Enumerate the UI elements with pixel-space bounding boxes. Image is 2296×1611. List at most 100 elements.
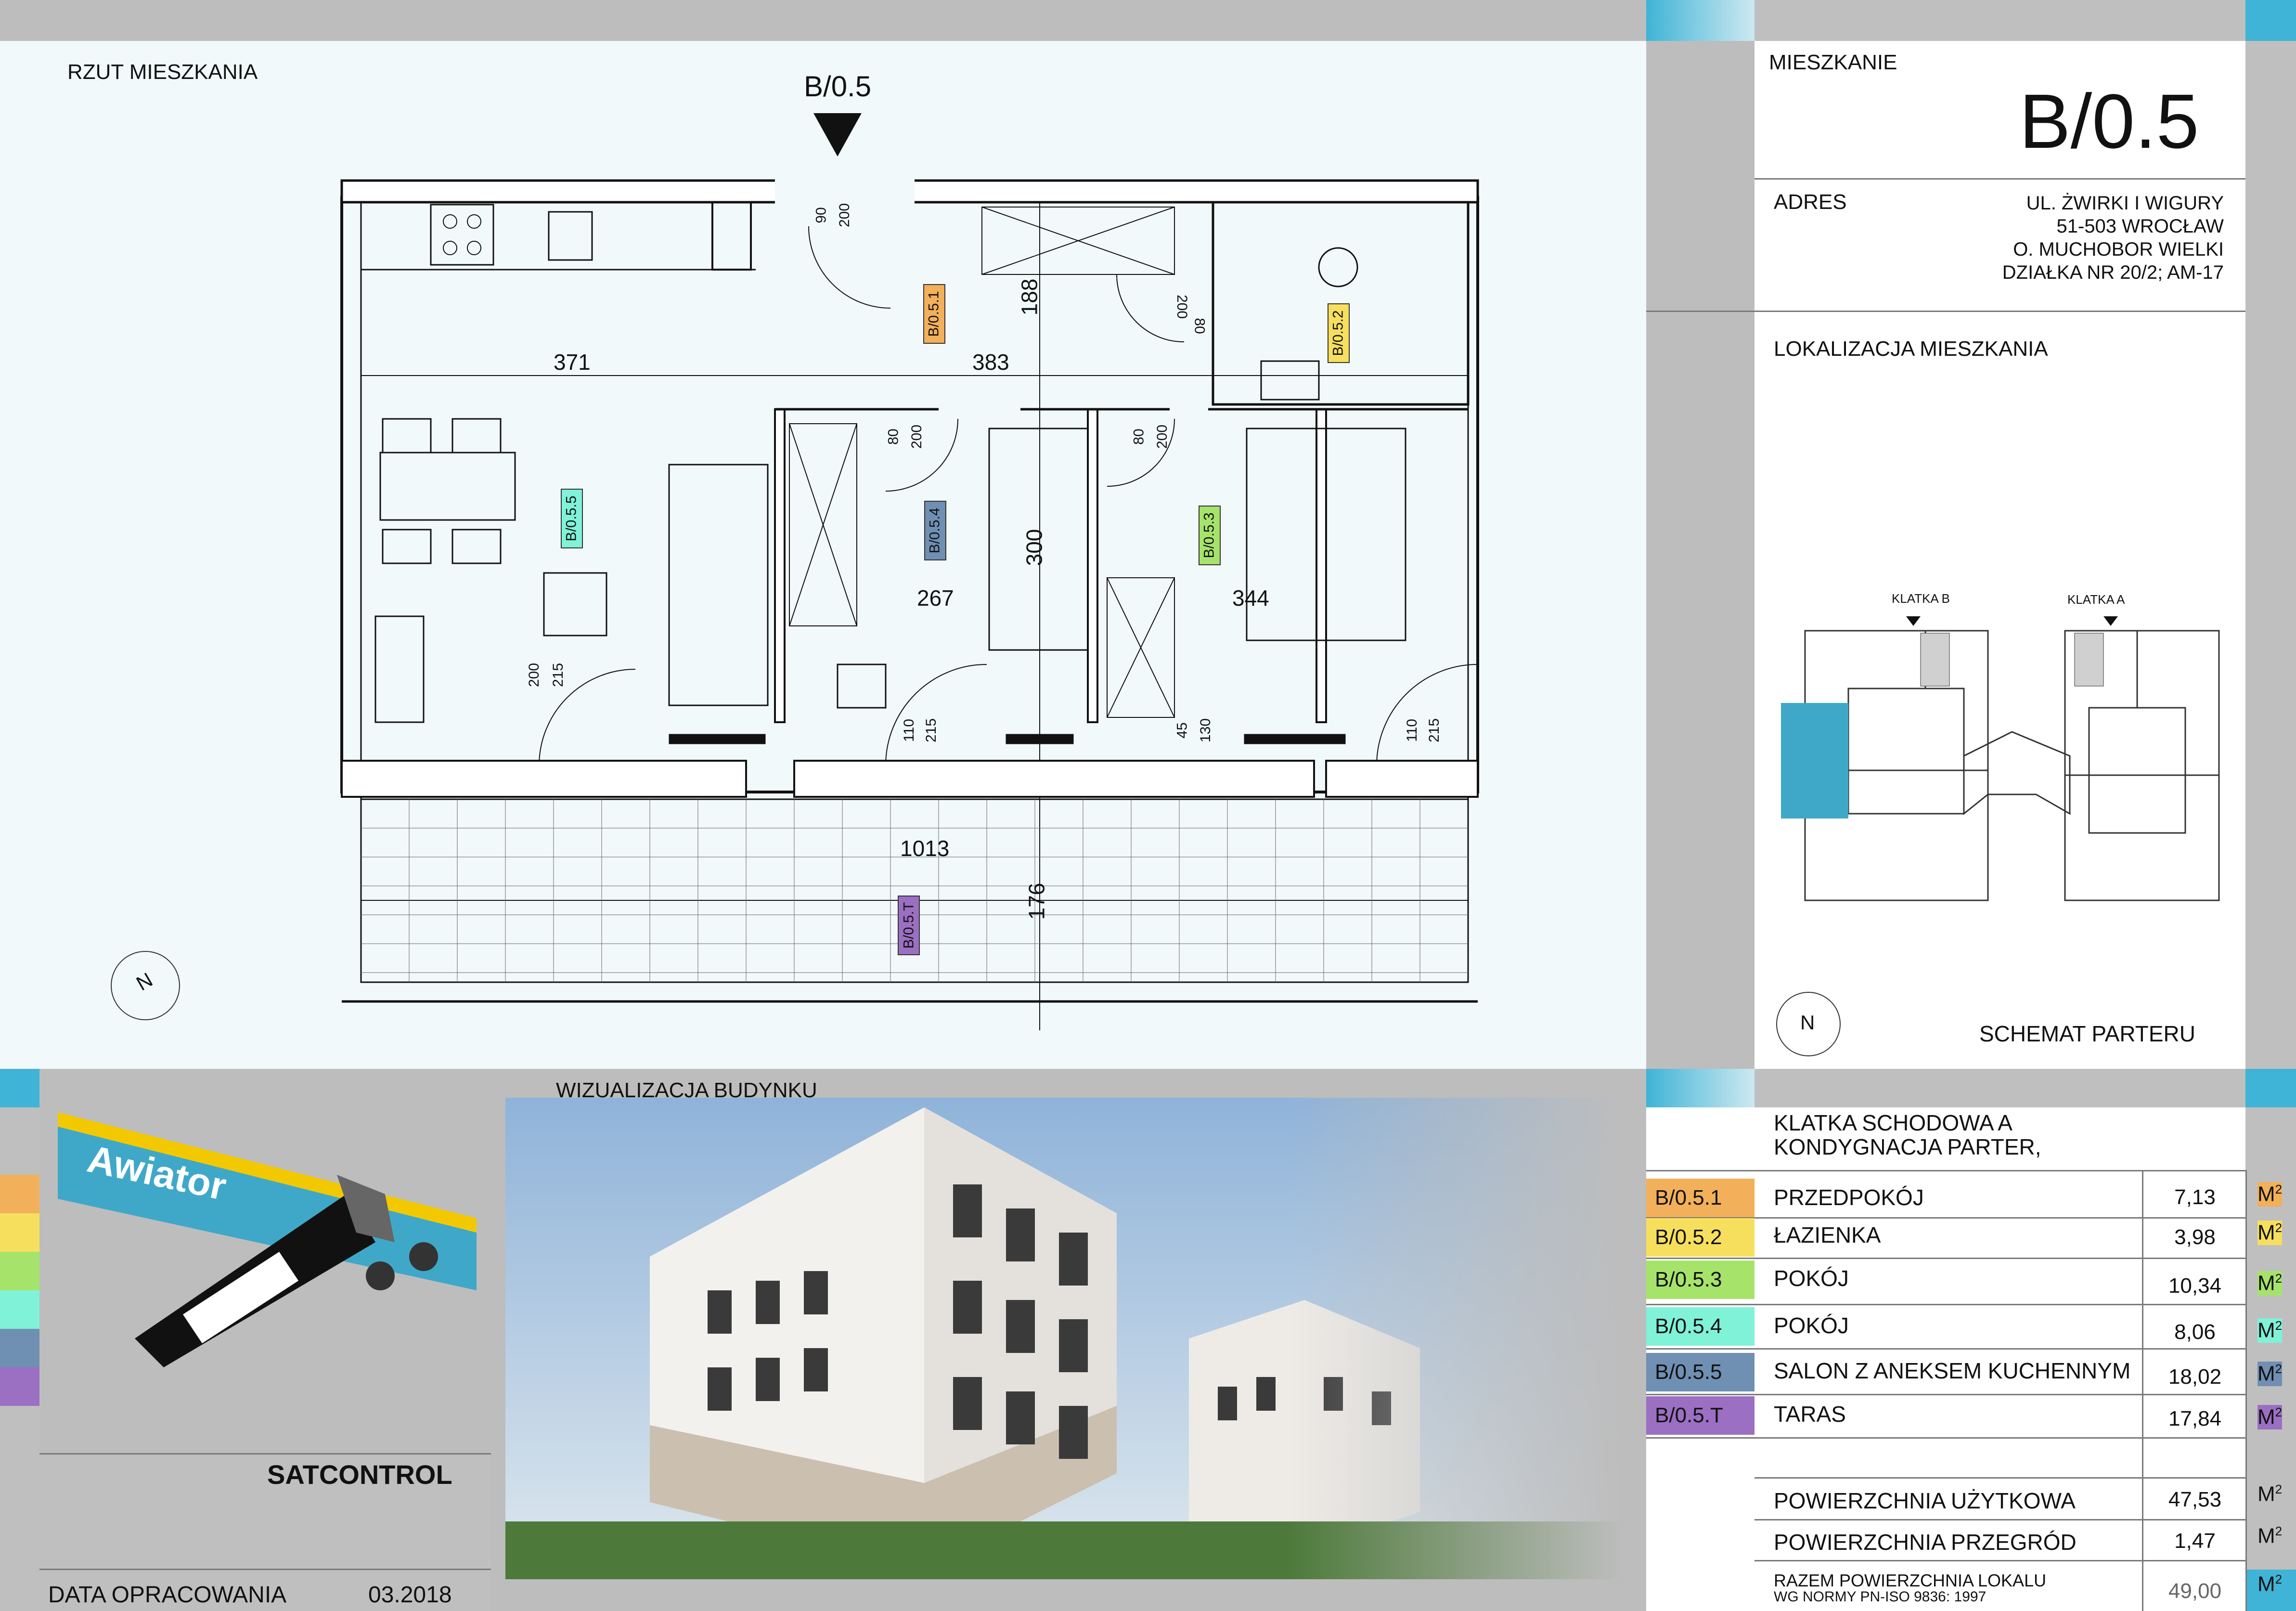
room-tag-room4: B/0.5.4 — [924, 501, 946, 560]
top-cyan-strip — [1646, 0, 1754, 41]
room-area-cell: 10,34 — [2168, 1274, 2222, 1298]
area-unit: M2 — [2257, 1482, 2283, 1506]
door-label: 110 — [901, 719, 917, 742]
divider — [1646, 311, 2245, 312]
address-label: ADRES — [1774, 190, 1847, 214]
apartment-code: B/0.5 — [2019, 78, 2199, 164]
mid-cyan-strip — [0, 1069, 39, 1107]
area-unit: M2 — [2257, 1362, 2283, 1386]
legend-green — [0, 1252, 39, 1290]
room-tag-terrace: B/0.5.T — [898, 896, 920, 955]
ground-floor-schema — [1781, 616, 2220, 901]
legend-blue — [0, 1329, 39, 1367]
dim-terrace-width: 1013 — [900, 836, 950, 861]
mid-right-cyan-strip — [1646, 1069, 1754, 1107]
awiator-logo — [58, 1112, 477, 1367]
plan-title: RZUT MIESZKANIA — [67, 60, 258, 84]
room-area-cell: 18,02 — [2168, 1365, 2222, 1389]
area-unit: M2 — [2257, 1182, 2283, 1207]
dim-terrace-depth: 176 — [1024, 883, 1049, 920]
apartment-marker-label: B/0.5 — [804, 70, 872, 103]
address-line-1: UL. ŻWIRKI I WIGURY — [2026, 193, 2224, 214]
table-divider — [1754, 1477, 2245, 1479]
area-unit: M2 — [2257, 1221, 2283, 1245]
room-tag-room3: B/0.5.3 — [1199, 506, 1221, 565]
area-unit: M2 — [2257, 1271, 2283, 1296]
table-divider — [1646, 1170, 2245, 1171]
dim-hall-width: 383 — [972, 350, 1009, 375]
room-code-cell: B/0.5.1 — [1646, 1179, 1754, 1217]
door-label: 200 — [837, 203, 853, 228]
table-divider — [1646, 1437, 2245, 1439]
room-tag-living: B/0.5.5 — [561, 489, 583, 548]
schema-north-label: N — [1800, 1011, 1815, 1034]
usable-area-label: POWIERZCHNIA UŻYTKOWA — [1774, 1488, 2076, 1513]
date-divider — [39, 1569, 491, 1570]
location-label: LOKALIZACJA MIESZKANIA — [1774, 337, 2048, 361]
partition-area-value: 1,47 — [2174, 1529, 2216, 1553]
room-code-cell: B/0.5.2 — [1646, 1218, 1754, 1257]
left-blue-strip-top — [0, 41, 39, 1069]
legend-purple — [0, 1367, 39, 1406]
total-area-subtitle: WG NORMY PN-ISO 9836: 1997 — [1774, 1589, 1986, 1605]
divider — [1754, 178, 2245, 180]
apartment-marker-arrow — [813, 113, 862, 156]
door-label: 200 — [526, 663, 542, 688]
table-divider — [1646, 1348, 2245, 1350]
table-divider — [1646, 1304, 2245, 1305]
table-divider — [1646, 1258, 2245, 1259]
room-area-cell: 17,84 — [2168, 1407, 2222, 1430]
right-panel-gray-column — [1646, 41, 1754, 1069]
table-divider — [1646, 1394, 2245, 1395]
door-label: 200 — [1154, 424, 1171, 449]
dim-living-width: 371 — [554, 350, 591, 375]
door-label: 215 — [550, 663, 567, 688]
door-label: 90 — [813, 207, 829, 223]
column-divider — [2245, 1170, 2247, 1611]
area-unit: M2 — [2257, 1405, 2283, 1429]
building-render — [505, 1098, 1622, 1579]
room-area-cell: 8,06 — [2174, 1320, 2216, 1344]
door-label: 215 — [1426, 718, 1443, 743]
door-label: 200 — [909, 424, 925, 449]
door-label: 80 — [885, 429, 902, 445]
room-name-cell: PRZEDPOKÓJ — [1774, 1185, 1924, 1210]
room-name-cell: TARAS — [1774, 1402, 1846, 1427]
room-name-cell: ŁAZIENKA — [1774, 1222, 1881, 1247]
dim-room-depth: 300 — [1021, 529, 1047, 566]
room-tag-bathroom: B/0.5.2 — [1328, 303, 1350, 363]
address-line-4: DZIAŁKA NR 20/2; AM-17 — [2002, 262, 2224, 283]
logo-divider — [39, 1453, 491, 1455]
room-area-cell: 3,98 — [2174, 1225, 2216, 1249]
legend-orange — [0, 1175, 39, 1213]
mid-gray-band — [39, 1069, 1754, 1073]
legend-yellow — [0, 1213, 39, 1252]
room-code-cell: B/0.5.5 — [1646, 1353, 1754, 1391]
total-area-value: 49,00 — [2168, 1579, 2222, 1603]
stair-a-label: KLATKA A — [2067, 592, 2125, 607]
door-label: 130 — [1198, 718, 1214, 743]
table-divider — [1754, 1560, 2245, 1561]
address-line-2: 51-503 WROCŁAW — [2056, 216, 2224, 237]
room-name-cell: POKÓJ — [1774, 1313, 1849, 1338]
area-unit: M2 — [2257, 1318, 2283, 1343]
developer-name: SATCONTROL — [267, 1459, 452, 1490]
room-code-cell: B/0.5.T — [1646, 1396, 1754, 1435]
top-left-gray-band — [0, 0, 1646, 41]
door-label: 80 — [1131, 429, 1147, 445]
mid-far-right-cyan-strip — [2245, 1069, 2296, 1107]
room-name-cell: POKÓJ — [1774, 1266, 1849, 1291]
door-label: 200 — [1174, 294, 1190, 319]
room-code-cell: B/0.5.4 — [1646, 1307, 1754, 1346]
column-divider — [2142, 1170, 2143, 1611]
area-unit: M2 — [2257, 1524, 2283, 1548]
area-unit: M2 — [2257, 1572, 2283, 1596]
date-label: DATA OPRACOWANIA — [48, 1582, 287, 1608]
door-label: 80 — [1191, 318, 1208, 334]
room-tag-hall: B/0.5.1 — [923, 284, 945, 344]
door-label: 110 — [1404, 719, 1420, 742]
schema-title: SCHEMAT PARTERU — [1979, 1021, 2195, 1046]
door-label: 215 — [923, 718, 940, 743]
address-line-3: O. MUCHOBOR WIELKI — [2013, 239, 2224, 260]
table-heading-1: KLATKA SCHODOWA A — [1774, 1110, 2012, 1135]
